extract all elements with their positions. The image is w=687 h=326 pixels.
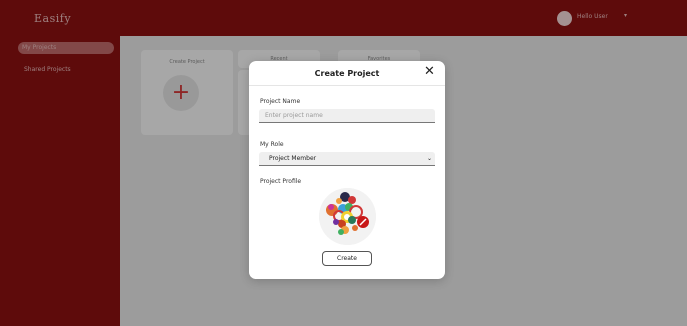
project-name-input[interactable] — [259, 109, 435, 123]
project-name-label: Project Name — [260, 98, 301, 105]
create-button[interactable]: Create — [322, 251, 372, 266]
project-profile-label: Project Profile — [260, 178, 302, 185]
close-icon[interactable]: ✕ — [424, 65, 435, 78]
create-project-dialog: Create Project ✕ Project Name My Role Pr… — [249, 61, 445, 279]
divider — [249, 85, 445, 86]
project-profile-image[interactable] — [319, 188, 376, 245]
profile-collage-icon — [319, 188, 376, 245]
my-role-label: My Role — [260, 141, 284, 148]
my-role-select[interactable]: Project Member ⌄ — [259, 152, 435, 166]
dialog-title: Create Project — [314, 69, 380, 78]
my-role-value: Project Member — [269, 155, 317, 162]
chevron-down-icon: ⌄ — [426, 155, 432, 162]
